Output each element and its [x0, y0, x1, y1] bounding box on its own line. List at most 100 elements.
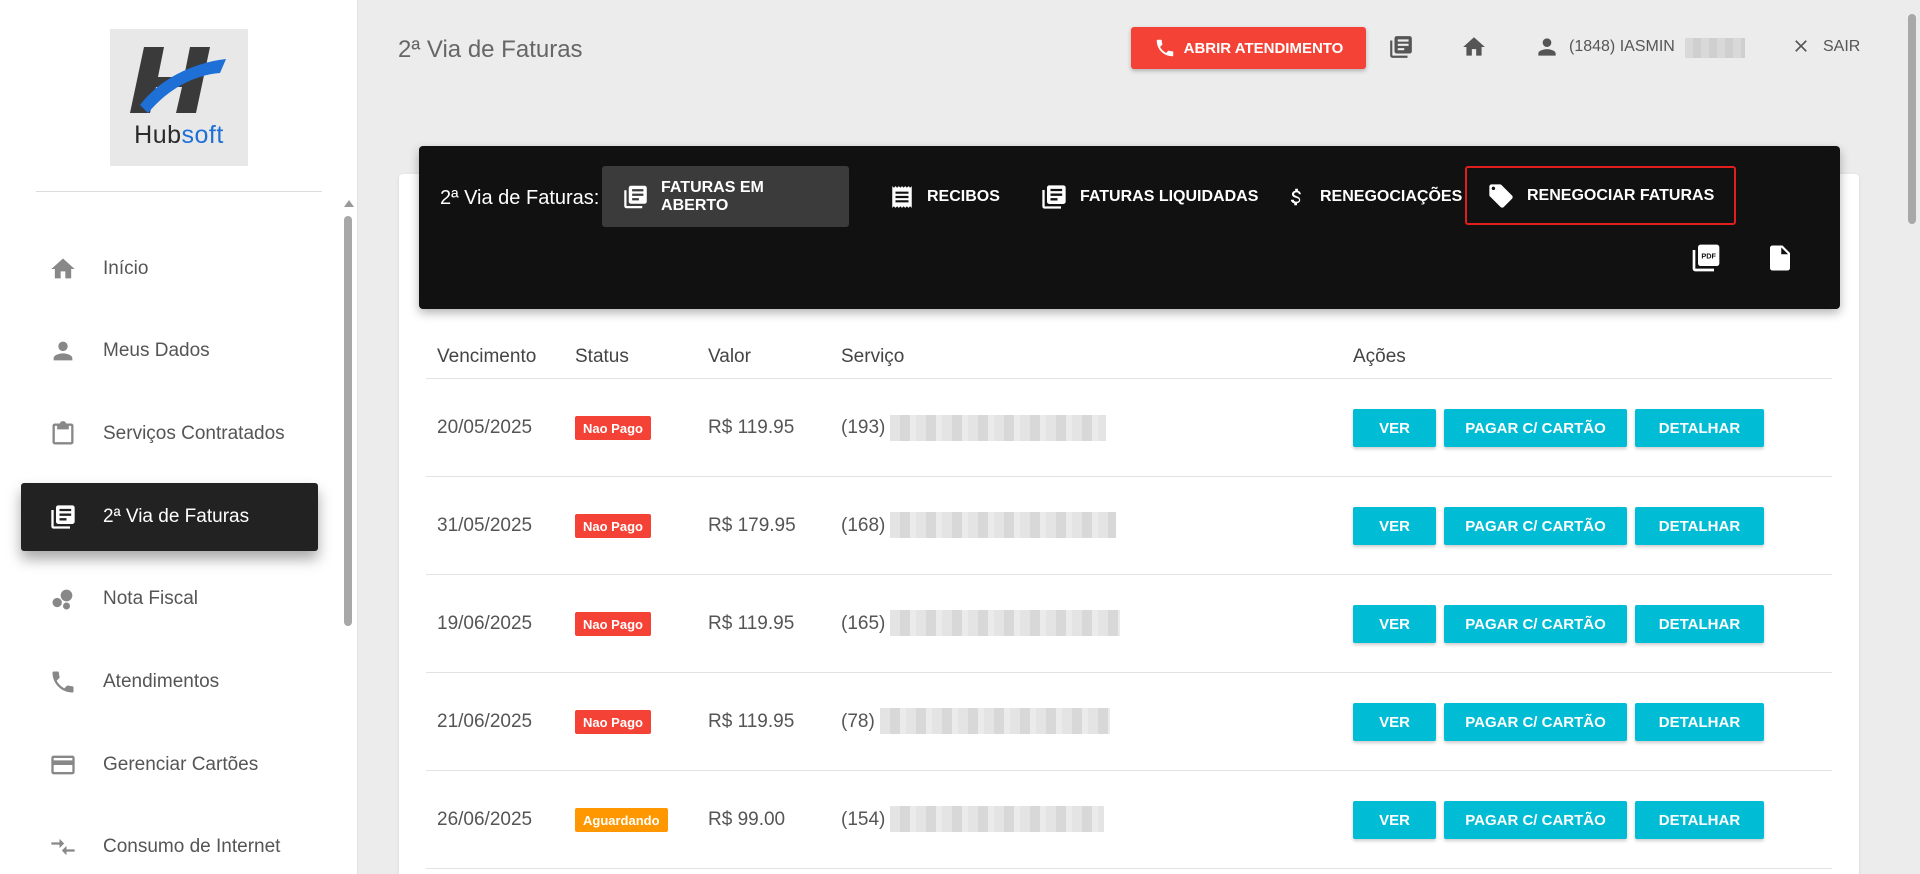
sidebar: Hubsoft Início Meus Dados Serviços Contr… [0, 0, 358, 874]
sidebar-item-gerenciar-cartoes[interactable]: Gerenciar Cartões [21, 731, 318, 799]
service-id: (168) [841, 515, 886, 536]
sidebar-item-label: Consumo de Internet [103, 836, 281, 857]
details-button[interactable]: DETALHAR [1635, 409, 1764, 447]
invoice-value: R$ 119.95 [708, 711, 795, 732]
service-id: (193) [841, 417, 886, 438]
user-name[interactable]: (1848) IASMIN [1569, 38, 1675, 56]
column-header-acoes: Ações [1353, 346, 1406, 367]
view-button[interactable]: VER [1353, 409, 1436, 447]
header-divider [426, 378, 1832, 379]
view-button[interactable]: VER [1353, 605, 1436, 643]
status-badge: Nao Pago [575, 416, 651, 440]
tab-label: RENEGOCIAÇÕES [1320, 187, 1463, 205]
service-name-redacted [890, 610, 1120, 636]
close-icon[interactable] [1789, 34, 1813, 58]
pay-with-card-button[interactable]: PAGAR C/ CARTÃO [1444, 801, 1627, 839]
column-header-servico: Serviço [841, 346, 905, 367]
details-button[interactable]: DETALHAR [1635, 703, 1764, 741]
service-name-redacted [880, 708, 1110, 734]
sidebar-item-label: Nota Fiscal [103, 588, 199, 609]
due-date: 21/06/2025 [437, 711, 533, 732]
details-button[interactable]: DETALHAR [1635, 507, 1764, 545]
tab-recibos[interactable]: RECIBOS [869, 166, 1020, 227]
tab-label: FATURAS EM ABERTO [661, 178, 764, 214]
sidebar-scrollbar-thumb[interactable] [344, 216, 352, 626]
user-name-redacted [1685, 38, 1745, 58]
view-button[interactable]: VER [1353, 703, 1436, 741]
due-date: 26/06/2025 [437, 809, 533, 830]
sidebar-item-label: Gerenciar Cartões [103, 754, 259, 775]
sidebar-item-servicos-contratados[interactable]: Serviços Contratados [21, 400, 318, 468]
invoices-shortcut-icon[interactable] [1387, 33, 1415, 61]
service-name-redacted [890, 415, 1106, 441]
tab-faturas-liquidadas[interactable]: FATURAS LIQUIDADAS [1020, 166, 1278, 227]
phone-icon [1156, 39, 1173, 57]
row-divider [426, 574, 1832, 575]
home-icon [47, 253, 79, 285]
tab-label: RECIBOS [927, 187, 1000, 205]
bubbles-icon [47, 583, 79, 615]
sidebar-item-inicio[interactable]: Início [21, 235, 318, 303]
tab-renegociar-faturas[interactable]: RENEGOCIAR FATURAS [1465, 166, 1737, 225]
status-badge: Aguardando [575, 808, 668, 832]
transfer-arrows-icon [47, 831, 79, 863]
status-badge: Nao Pago [575, 710, 651, 734]
invoices-icon [624, 185, 647, 208]
view-button[interactable]: VER [1353, 507, 1436, 545]
invoices-toolbar: 2ª Via de Faturas: FATURAS EM ABERTO REC… [419, 146, 1840, 309]
row-divider [426, 672, 1832, 673]
pdf-export-icon[interactable]: PDF [1689, 241, 1723, 275]
svg-text:PDF: PDF [1701, 252, 1716, 261]
details-button[interactable]: DETALHAR [1635, 801, 1764, 839]
home-shortcut-icon[interactable] [1460, 33, 1488, 61]
due-date: 31/05/2025 [437, 515, 533, 536]
sidebar-scroll-up-arrow[interactable] [344, 200, 354, 207]
pay-with-card-button[interactable]: PAGAR C/ CARTÃO [1444, 703, 1627, 741]
phone-icon [47, 666, 79, 698]
sidebar-item-label: Início [103, 258, 149, 279]
dollar-icon [1290, 188, 1301, 205]
details-button[interactable]: DETALHAR [1635, 605, 1764, 643]
sidebar-item-consumo-de-internet[interactable]: Consumo de Internet [21, 813, 318, 874]
logout-button[interactable]: SAIR [1823, 38, 1860, 56]
sidebar-item-label: Serviços Contratados [103, 423, 285, 444]
service-id: (154) [841, 809, 886, 830]
tab-label: RENEGOCIAR FATURAS [1527, 186, 1715, 204]
page-title: 2ª Via de Faturas [398, 36, 583, 63]
status-badge: Nao Pago [575, 612, 651, 636]
column-header-valor: Valor [708, 346, 751, 367]
sidebar-item-nota-fiscal[interactable]: Nota Fiscal [21, 565, 318, 633]
pay-with-card-button[interactable]: PAGAR C/ CARTÃO [1444, 409, 1627, 447]
clipboard-icon [47, 418, 79, 450]
sidebar-divider [36, 191, 322, 192]
sidebar-item-2a-via-de-faturas[interactable]: 2ª Via de Faturas [21, 483, 318, 551]
sidebar-item-atendimentos[interactable]: Atendimentos [21, 648, 318, 716]
invoices-icon [47, 501, 79, 533]
status-badge: Nao Pago [575, 514, 651, 538]
service-id: (78) [841, 711, 875, 732]
user-icon[interactable] [1533, 33, 1561, 61]
page-scrollbar-thumb[interactable] [1908, 14, 1916, 224]
pay-with-card-button[interactable]: PAGAR C/ CARTÃO [1444, 605, 1627, 643]
column-header-status: Status [575, 346, 629, 367]
invoice-value: R$ 179.95 [708, 515, 796, 536]
hubsoft-logo[interactable]: Hubsoft [110, 29, 248, 166]
sidebar-item-label: 2ª Via de Faturas [103, 506, 250, 527]
pay-with-card-button[interactable]: PAGAR C/ CARTÃO [1444, 507, 1627, 545]
service-id: (165) [841, 613, 886, 634]
service-name-redacted [890, 806, 1104, 832]
receipt-icon [892, 185, 912, 208]
tab-label: FATURAS LIQUIDADAS [1080, 187, 1259, 205]
open-ticket-label: ABRIR ATENDIMENTO [1183, 39, 1344, 57]
open-ticket-button[interactable]: ABRIR ATENDIMENTO [1131, 27, 1366, 69]
document-icon[interactable] [1763, 241, 1797, 275]
sidebar-item-meus-dados[interactable]: Meus Dados [21, 317, 318, 385]
logo-text: Hubsoft [134, 121, 224, 149]
tab-renegociacoes[interactable]: RENEGOCIAÇÕES [1266, 166, 1482, 227]
tag-icon [1489, 183, 1513, 208]
person-icon [47, 335, 79, 367]
view-button[interactable]: VER [1353, 801, 1436, 839]
toolbar-label: 2ª Via de Faturas: [440, 187, 600, 209]
tab-faturas-em-aberto[interactable]: FATURAS EM ABERTO [602, 166, 849, 227]
row-divider [426, 476, 1832, 477]
